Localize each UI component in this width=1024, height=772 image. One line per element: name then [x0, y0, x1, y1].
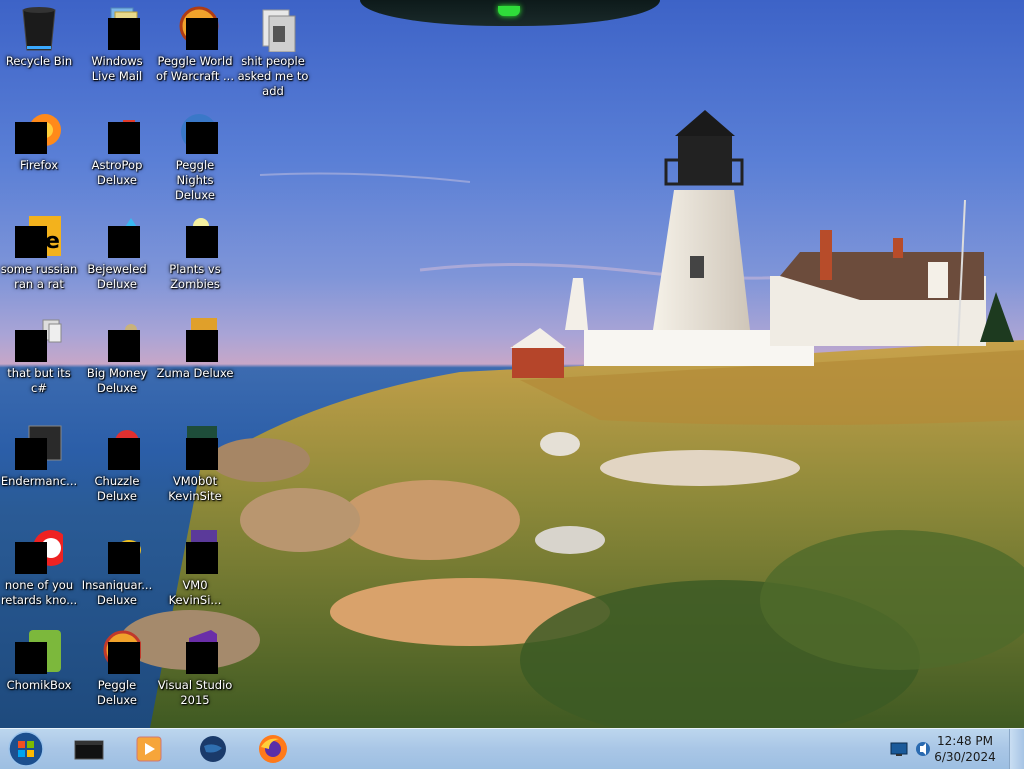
icon-label: Visual Studio 2015 [157, 678, 233, 707]
icon-label: Big Money Deluxe [86, 366, 148, 395]
desktop-icon-firefox[interactable]: Firefox [0, 108, 78, 173]
icon-label: Endermanc... [0, 474, 78, 488]
desktop-icon-plants-vs-zombies[interactable]: Plants vs Zombies [156, 212, 234, 292]
desktop-icon-windows-live-mail[interactable]: Windows Live Mail [78, 4, 156, 84]
icon-label: Bejeweled Deluxe [87, 262, 147, 291]
icon-label: some russian ran a rat [0, 262, 78, 291]
globe-icon [200, 736, 226, 762]
desktop-icon-astropop[interactable]: AstroPop Deluxe [78, 108, 156, 188]
icon-label: VM0 KevinSi... [168, 578, 222, 607]
desktop-icon-none-of-you[interactable]: none of you retards kno... [0, 528, 78, 608]
chomikbox-icon [15, 628, 63, 676]
icon-label: Chuzzle Deluxe [94, 474, 140, 503]
mail-icon [93, 4, 141, 52]
start-button[interactable] [6, 730, 46, 768]
cmd-icon [74, 740, 104, 760]
icon-label: that but its c# [7, 366, 71, 395]
desktop-wallpaper: Recycle Bin Windows Live Mail Peggle Wor… [0, 0, 1024, 728]
desktop-icon-some-russian[interactable]: e some russian ran a rat [0, 212, 78, 292]
icon-label: Zuma Deluxe [156, 366, 234, 380]
firefox-icon [259, 735, 287, 763]
desktop-icon-peggle-deluxe[interactable]: Peggle Deluxe [78, 628, 156, 708]
clock-date: 6/30/2024 [934, 750, 996, 764]
icon-label: Firefox [19, 158, 59, 172]
desktop-icon-zuma[interactable]: Zuma Deluxe [156, 316, 234, 381]
desktop-icon-visual-studio[interactable]: Visual Studio 2015 [156, 628, 234, 708]
peggle-icon [93, 628, 143, 676]
desktop-icon-that-but-its-csharp[interactable]: that but its c# [0, 316, 78, 396]
recycle-bin-icon [15, 4, 63, 52]
svg-text:e: e [45, 229, 60, 254]
zuma-icon [171, 316, 219, 364]
money-bag-icon [93, 316, 141, 364]
vm-icon [171, 424, 219, 472]
desktop-icon-big-money[interactable]: Big Money Deluxe [78, 316, 156, 396]
desktop-icon-vm0-kevinsite[interactable]: VM0 KevinSi... [156, 528, 234, 608]
system-clock[interactable]: 12:48 PM 6/30/2024 [930, 733, 1000, 765]
fish-icon [93, 528, 141, 576]
peggle-icon [171, 4, 219, 52]
taskbar-media-player-button[interactable] [120, 731, 178, 767]
taskbar-globe-button[interactable] [184, 731, 242, 767]
icon-label: shit people asked me to add [237, 54, 309, 98]
desktop-icon-peggle-world-of-warcraft[interactable]: Peggle World of Warcraft ... [156, 4, 234, 84]
icon-label: AstroPop Deluxe [91, 158, 143, 187]
plants-vs-zombies-icon [171, 212, 219, 260]
desktop-icon-peggle-nights[interactable]: Peggle Nights Deluxe [156, 108, 234, 203]
icon-label: VM0b0t KevinSite [168, 474, 222, 503]
astropop-icon [93, 108, 141, 156]
document-stack-icon [15, 316, 63, 364]
opera-icon [15, 528, 69, 576]
desktop-icon-folder[interactable]: shit people asked me to add [234, 4, 312, 99]
desktop-icon-chomikbox[interactable]: ChomikBox [0, 628, 78, 693]
desktop-icon-recycle-bin[interactable]: Recycle Bin [0, 4, 78, 69]
gadget-indicator [498, 6, 520, 16]
peggle-nights-icon [171, 108, 219, 156]
bejeweled-icon [93, 212, 141, 260]
app-icon: e [15, 212, 63, 260]
icon-label: Peggle Deluxe [97, 678, 137, 707]
icon-label: Windows Live Mail [91, 54, 143, 83]
network-icon[interactable] [890, 741, 908, 757]
icon-label: Peggle World of Warcraft ... [156, 54, 234, 83]
desktop-icon-chuzzle[interactable]: Chuzzle Deluxe [78, 424, 156, 504]
icon-label: Insaniquar... Deluxe [81, 578, 153, 607]
chuzzle-icon [93, 424, 141, 472]
taskbar-cmd-button[interactable] [60, 731, 118, 767]
desktop-icon-vm0b0t[interactable]: VM0b0t KevinSite [156, 424, 234, 504]
folder-icon [249, 4, 297, 53]
vm-icon [171, 528, 219, 576]
icon-label: Recycle Bin [5, 54, 73, 68]
taskbar-firefox-button[interactable] [244, 731, 302, 767]
visual-studio-icon [171, 628, 219, 676]
console-icon [15, 424, 63, 472]
icon-label: Peggle Nights Deluxe [175, 158, 215, 202]
desktop-icon-endermanc[interactable]: Endermanc... [0, 424, 78, 489]
taskbar: 12:48 PM 6/30/2024 [0, 728, 1024, 769]
firefox-icon [15, 108, 63, 156]
icon-label: none of you retards kno... [0, 578, 78, 607]
desktop-icon-insaniquarium[interactable]: Insaniquar... Deluxe [78, 528, 156, 608]
icon-label: Plants vs Zombies [169, 262, 221, 291]
show-desktop-button[interactable] [1009, 729, 1024, 769]
media-player-icon [136, 736, 162, 762]
windows-start-icon [8, 731, 44, 767]
clock-time: 12:48 PM [937, 734, 993, 748]
desktop-icon-bejeweled[interactable]: Bejeweled Deluxe [78, 212, 156, 292]
icon-label: ChomikBox [6, 678, 72, 692]
